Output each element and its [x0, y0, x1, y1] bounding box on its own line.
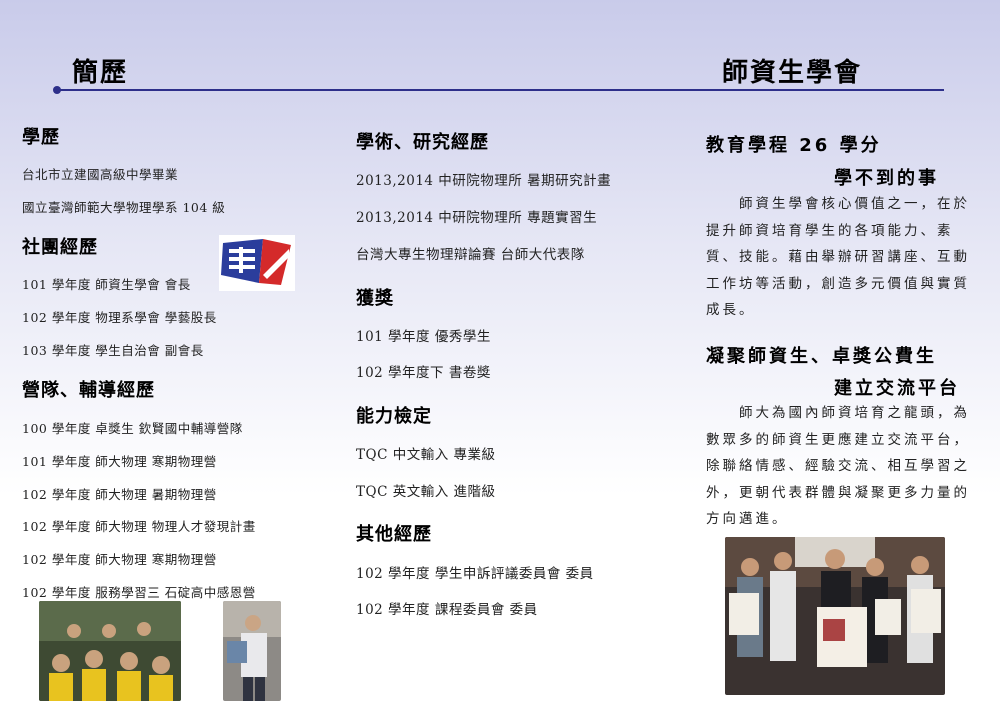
awards-heading: 獲獎 — [356, 288, 394, 309]
block2-body: 師大為國內師資培育之龍頭，為數眾多的師資生更應建立交流平台，除聯絡情感、經驗交流… — [706, 405, 970, 527]
certification-item: TQC 中文輸入 專業級 — [356, 447, 496, 463]
research-item: 2013,2014 中研院物理所 暑期研究計畫 — [356, 173, 612, 189]
camps-item: 101 學年度 師大物理 寒期物理營 — [22, 454, 217, 469]
block2-heading: 凝聚師資生、卓獎公費生 — [706, 346, 937, 367]
header-rule — [56, 89, 944, 91]
education-item: 台北市立建國高級中學畢業 — [22, 167, 179, 182]
camps-item: 102 學年度 師大物理 物理人才發現計畫 — [22, 519, 256, 534]
clubs-heading: 社團經歷 — [22, 237, 98, 258]
clubs-item: 101 學年度 師資生學會 會長 — [22, 277, 191, 292]
block1-subheading: 學不到的事 — [834, 168, 939, 189]
left-header-title: 簡歷 — [72, 58, 129, 88]
camp-group-photo — [39, 601, 181, 701]
education-heading: 學歷 — [22, 127, 60, 148]
camps-item: 100 學年度 卓獎生 欽賢國中輔導營隊 — [22, 421, 243, 436]
certification-heading: 能力檢定 — [356, 406, 432, 427]
certification-item: TQC 英文輸入 進階級 — [356, 484, 496, 500]
right-header-title: 師資生學會 — [722, 58, 863, 88]
awards-item: 101 學年度 優秀學生 — [356, 329, 491, 345]
association-logo — [219, 235, 295, 291]
members-group-photo — [725, 537, 945, 695]
camps-item: 102 學年度 服務學習三 石碇高中感恩營 — [22, 585, 256, 600]
other-item: 102 學年度 學生申訴評議委員會 委員 — [356, 566, 594, 582]
clubs-item: 103 學年度 學生自治會 副會長 — [22, 343, 204, 358]
awards-item: 102 學年度下 書卷獎 — [356, 365, 491, 381]
camps-item: 102 學年度 師大物理 寒期物理營 — [22, 552, 217, 567]
research-item: 2013,2014 中研院物理所 專題實習生 — [356, 210, 598, 226]
research-item: 台灣大專生物理辯論賽 台師大代表隊 — [356, 247, 585, 263]
block2-subheading: 建立交流平台 — [834, 378, 960, 399]
camps-item: 102 學年度 師大物理 暑期物理營 — [22, 487, 217, 502]
camps-heading: 營隊、輔導經歷 — [22, 380, 155, 401]
block1-body: 師資生學會核心價值之一，在於提升師資培育學生的各項能力、素質、技能。藉由舉辦研習… — [706, 196, 970, 318]
header-rule-dot — [53, 86, 61, 94]
clubs-item: 102 學年度 物理系學會 學藝股長 — [22, 310, 217, 325]
other-item: 102 學年度 課程委員會 委員 — [356, 602, 538, 618]
education-item: 國立臺灣師範大學物理學系 104 級 — [22, 200, 226, 215]
research-heading: 學術、研究經歷 — [356, 132, 489, 153]
block1-heading: 教育學程 26 學分 — [706, 135, 882, 156]
other-heading: 其他經歷 — [356, 524, 432, 545]
activity-photo — [223, 601, 281, 701]
